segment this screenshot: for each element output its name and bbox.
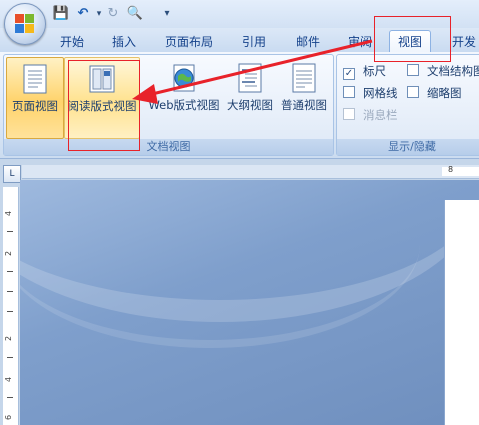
draft-view-label: 普通视图	[281, 98, 327, 112]
show-hide-group-label: 显示/隐藏	[337, 139, 479, 155]
vertical-ruler[interactable]: 4 2 2 4 6	[3, 187, 19, 425]
show-hide-group: ✓ 标尺 文档结构图 网格线 缩略图 消息栏 显示/隐藏	[336, 54, 479, 156]
outline-view-icon	[238, 63, 262, 93]
save-icon[interactable]: 💾	[52, 5, 70, 23]
horizontal-ruler[interactable]: 8	[22, 165, 479, 179]
reading-view-highlight-box	[68, 60, 140, 151]
view-tab-highlight-box	[374, 16, 451, 62]
document-views-group-label: 文档视图	[4, 139, 333, 155]
customize-toolbar-icon[interactable]: ▾	[158, 5, 176, 23]
outline-view-button[interactable]: 大纲视图	[223, 57, 277, 137]
office-logo-icon	[15, 14, 35, 34]
print-preview-icon[interactable]: 🔍	[126, 5, 144, 23]
web-layout-icon	[173, 64, 195, 92]
ruler-check-icon: ✓	[343, 68, 355, 80]
tab-references[interactable]: 引用	[242, 32, 266, 52]
document-area[interactable]	[20, 180, 479, 425]
document-views-group: 页面视图 阅读版式视图 Web版式视图 大纲视图 普通视图 文档视图	[3, 54, 334, 156]
horizontal-ruler-number: 8	[448, 165, 454, 174]
tab-review[interactable]: 审阅	[348, 32, 372, 52]
print-layout-label: 页面视图	[12, 99, 58, 113]
draft-view-button[interactable]: 普通视图	[277, 57, 331, 137]
tab-home[interactable]: 开始	[60, 32, 84, 52]
print-layout-button[interactable]: 页面视图	[6, 57, 64, 139]
thumbnails-checkbox[interactable]: 缩略图	[407, 85, 462, 101]
web-layout-label: Web版式视图	[148, 98, 220, 112]
web-layout-button[interactable]: Web版式视图	[144, 57, 224, 137]
outline-view-label: 大纲视图	[227, 98, 273, 112]
ruler-checkbox[interactable]: ✓ 标尺	[343, 63, 386, 80]
tab-insert[interactable]: 插入	[112, 32, 136, 52]
redo-icon[interactable]: ↻	[104, 5, 122, 23]
tab-page-layout[interactable]: 页面布局	[165, 32, 213, 52]
tab-selector-button[interactable]: L	[3, 165, 21, 183]
document-page[interactable]	[444, 200, 479, 425]
office-button[interactable]	[4, 3, 46, 45]
document-map-checkbox[interactable]: 文档结构图	[407, 63, 479, 79]
tab-developer[interactable]: 开发	[452, 32, 476, 52]
draft-view-icon	[292, 63, 316, 93]
print-layout-icon	[23, 64, 47, 94]
gridlines-checkbox[interactable]: 网格线	[343, 85, 398, 101]
message-bar-checkbox[interactable]: 消息栏	[343, 107, 398, 123]
tab-mailings[interactable]: 邮件	[296, 32, 320, 52]
